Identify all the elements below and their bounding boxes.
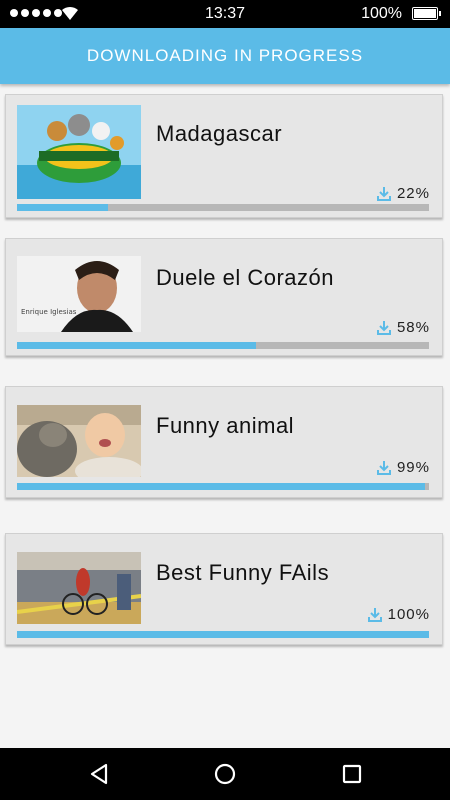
download-percent: 58% <box>396 319 430 336</box>
battery-icon <box>412 7 441 20</box>
progress-bar <box>17 342 429 349</box>
recents-icon[interactable] <box>340 762 364 786</box>
thumbnail-duele-el-corazon: Enrique Iglesias <box>17 256 141 332</box>
download-icon <box>376 461 391 475</box>
thumbnail-madagascar <box>17 105 141 199</box>
page-title: DOWNLOADING IN PROGRESS <box>0 28 450 84</box>
home-icon[interactable] <box>213 762 237 786</box>
download-item[interactable]: Enrique Iglesias Duele el Corazón 58% <box>5 238 443 356</box>
progress-fill <box>17 342 256 349</box>
progress-bar <box>17 631 429 638</box>
progress-fill <box>17 631 429 638</box>
download-item[interactable]: Funny animal 99% <box>5 386 443 498</box>
download-item[interactable]: Madagascar 22% <box>5 94 443 218</box>
navigation-bar <box>0 748 450 800</box>
progress-fill <box>17 483 425 490</box>
download-item[interactable]: Best Funny FAils 100% <box>5 533 443 645</box>
download-title: Funny animal <box>156 413 295 438</box>
download-title: Madagascar <box>156 121 283 146</box>
download-percent: 22% <box>396 185 430 202</box>
progress-bar <box>17 483 429 490</box>
download-icon <box>376 187 391 201</box>
download-percent: 99% <box>396 459 430 476</box>
svg-text:Enrique Iglesias: Enrique Iglesias <box>21 308 77 316</box>
thumbnail-funny-animal <box>17 405 141 477</box>
download-icon <box>367 608 382 622</box>
thumbnail-best-funny-fails <box>17 552 141 624</box>
status-bar: 13:37 100% <box>0 0 450 28</box>
progress-bar <box>17 204 429 211</box>
download-icon <box>376 321 391 335</box>
battery-percent: 100% <box>361 5 402 22</box>
back-icon[interactable] <box>87 762 111 786</box>
download-percent: 100% <box>387 606 430 623</box>
download-title: Best Funny FAils <box>156 560 330 585</box>
download-title: Duele el Corazón <box>156 265 334 290</box>
progress-fill <box>17 204 108 211</box>
